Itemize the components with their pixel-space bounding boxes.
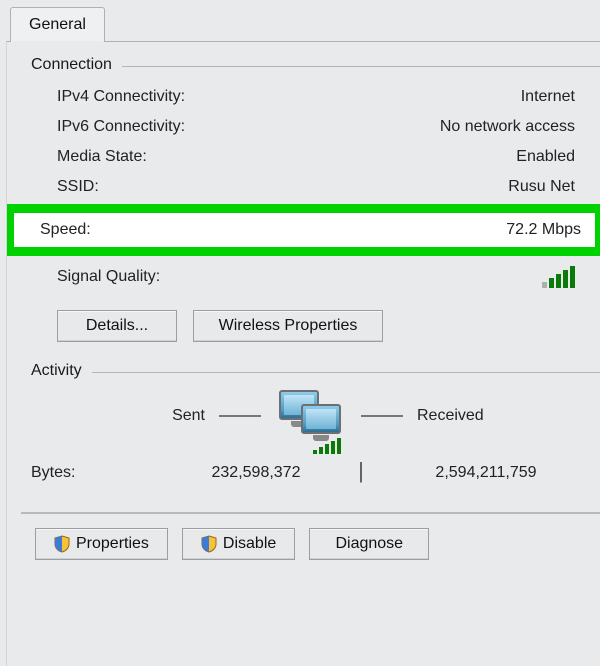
activity-group: Activity Sent Received xyxy=(31,362,600,486)
activity-sent-label: Sent xyxy=(65,407,205,425)
divider-line xyxy=(122,66,600,67)
details-button-label: Details... xyxy=(86,317,148,335)
bytes-label: Bytes: xyxy=(31,464,171,482)
horizontal-divider xyxy=(21,512,600,514)
ipv6-value: No network access xyxy=(440,118,577,136)
row-media-state: Media State: Enabled xyxy=(57,142,577,172)
activity-received-label: Received xyxy=(417,407,557,425)
diagnose-button[interactable]: Diagnose xyxy=(309,528,429,560)
tab-general-label: General xyxy=(29,16,86,33)
speed-value: 72.2 Mbps xyxy=(506,221,583,239)
wireless-properties-button[interactable]: Wireless Properties xyxy=(193,310,383,342)
bytes-sent-value: 232,598,372 xyxy=(171,464,341,482)
computers-icon xyxy=(275,388,347,444)
general-panel: Connection IPv4 Connectivity: Internet I… xyxy=(6,41,600,666)
tab-general[interactable]: General xyxy=(10,7,105,42)
wireless-properties-button-label: Wireless Properties xyxy=(219,317,358,335)
connection-kv-list-2: Signal Quality: xyxy=(57,262,577,292)
media-state-label: Media State: xyxy=(57,148,147,166)
connection-buttons: Details... Wireless Properties xyxy=(57,310,600,342)
ipv6-label: IPv6 Connectivity: xyxy=(57,118,185,136)
signal-bars-icon xyxy=(542,266,575,288)
ipv4-label: IPv4 Connectivity: xyxy=(57,88,185,106)
details-button[interactable]: Details... xyxy=(57,310,177,342)
speed-label: Speed: xyxy=(40,221,91,239)
connection-group-header: Connection xyxy=(31,56,600,74)
speed-highlight-box: Speed: 72.2 Mbps xyxy=(6,204,600,256)
signal-quality-label: Signal Quality: xyxy=(57,268,160,286)
bytes-received-value: 2,594,211,759 xyxy=(381,464,591,482)
ssid-value: Rusu Net xyxy=(508,178,577,196)
connection-group-title: Connection xyxy=(31,56,112,74)
row-speed: Speed: 72.2 Mbps xyxy=(40,221,589,239)
dash-right-icon xyxy=(361,415,403,417)
row-ipv6: IPv6 Connectivity: No network access xyxy=(57,112,577,142)
tab-strip: General xyxy=(10,4,105,42)
media-state-value: Enabled xyxy=(516,148,577,166)
row-signal-quality: Signal Quality: xyxy=(57,262,577,292)
speed-highlight: Speed: 72.2 Mbps xyxy=(6,204,600,256)
bytes-separator: | xyxy=(341,458,381,484)
bottom-button-row: Properties Disable Diagnose xyxy=(35,528,600,560)
status-dialog: General Connection IPv4 Connectivity: In… xyxy=(0,0,600,666)
divider-line xyxy=(92,372,600,373)
shield-icon xyxy=(54,535,70,553)
dash-left-icon xyxy=(219,415,261,417)
diagnose-button-label: Diagnose xyxy=(335,535,403,553)
ssid-label: SSID: xyxy=(57,178,99,196)
row-ssid: SSID: Rusu Net xyxy=(57,172,577,202)
properties-button-label: Properties xyxy=(76,535,149,553)
activity-group-header: Activity xyxy=(31,362,600,380)
disable-button[interactable]: Disable xyxy=(182,528,295,560)
ipv4-value: Internet xyxy=(521,88,577,106)
activity-group-title: Activity xyxy=(31,362,82,380)
connection-kv-list: IPv4 Connectivity: Internet IPv6 Connect… xyxy=(57,82,577,202)
properties-button[interactable]: Properties xyxy=(35,528,168,560)
bytes-row: Bytes: 232,598,372 | 2,594,211,759 xyxy=(31,460,591,486)
disable-button-label: Disable xyxy=(223,535,276,553)
signal-quality-value xyxy=(542,266,577,288)
row-ipv4: IPv4 Connectivity: Internet xyxy=(57,82,577,112)
shield-icon xyxy=(201,535,217,553)
activity-graphic: Sent Received xyxy=(31,388,591,444)
